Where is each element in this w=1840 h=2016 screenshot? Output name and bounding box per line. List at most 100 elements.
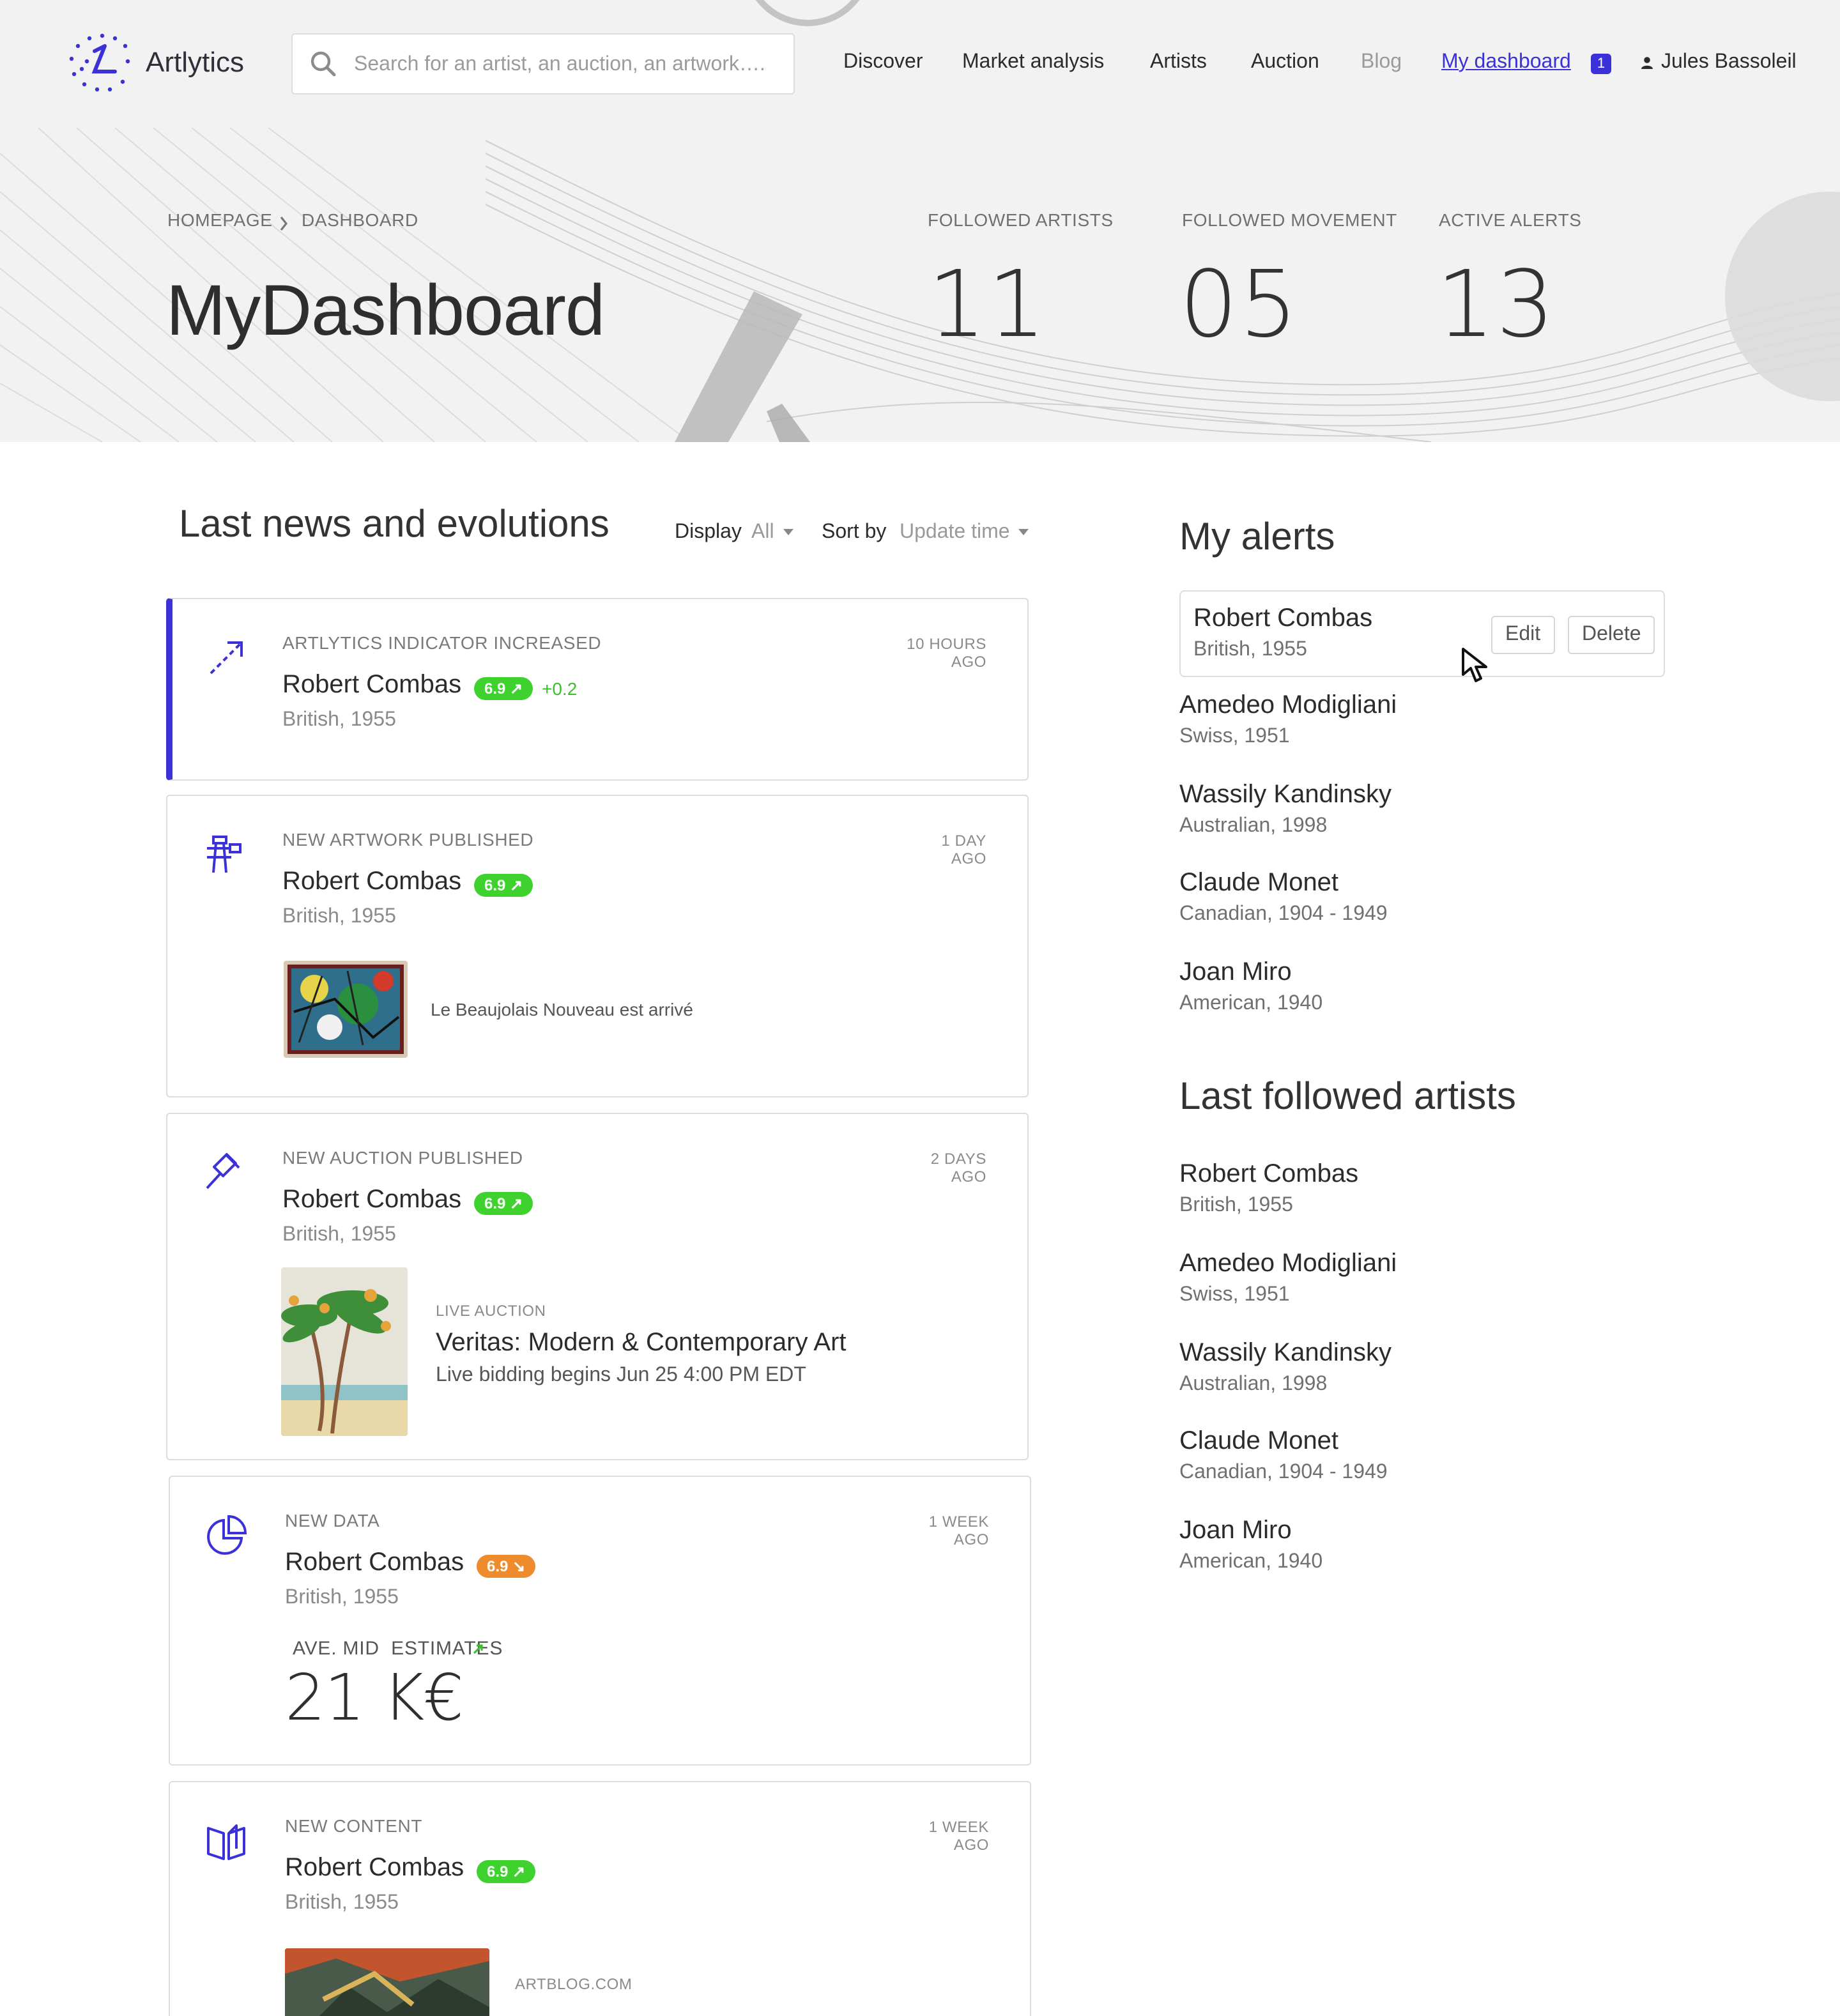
sort-value: Update time	[900, 521, 1010, 543]
alert-artist-name[interactable]: Claude Monet	[1179, 869, 1338, 898]
news-time: 1 WEEK AGO	[887, 1513, 989, 1548]
followed-artist-origin: Swiss, 1951	[1179, 1284, 1290, 1306]
gavel-icon	[206, 1153, 240, 1189]
artist-origin: British, 1955	[285, 1587, 399, 1608]
news-time: 1 DAY AGO	[884, 832, 986, 867]
news-time-ago: AGO	[951, 653, 986, 671]
news-time: 2 DAYS AGO	[884, 1150, 986, 1186]
alert-artist-origin: Australian, 1998	[1179, 815, 1328, 837]
chevron-right-icon	[280, 217, 288, 231]
artist-origin: British, 1955	[282, 906, 396, 928]
content-thumbnail[interactable]	[285, 1948, 489, 2016]
user-icon	[1641, 57, 1653, 69]
artist-name[interactable]: Robert Combas	[285, 1854, 464, 1883]
caret-down-icon	[1018, 529, 1029, 536]
news-card[interactable]: NEW AUCTION PUBLISHED 2 DAYS AGO Robert C…	[166, 1113, 1029, 1460]
news-card[interactable]: NEW CONTENT 1 WEEK AGO Robert Combas 6.9 …	[169, 1781, 1031, 2016]
artist-name[interactable]: Robert Combas	[282, 671, 461, 700]
display-dropdown[interactable]: All	[751, 521, 793, 544]
display-label: Display	[675, 521, 742, 543]
book-icon	[207, 1824, 245, 1860]
news-time-value: 10 HOURS	[907, 635, 986, 653]
stat-label-followed-movement: FOLLOWED MOVEMENT	[1182, 210, 1397, 230]
nav-market-analysis[interactable]: Market analysis	[962, 51, 1104, 82]
followed-artist-origin: British, 1955	[1179, 1195, 1293, 1216]
nav-artists[interactable]: Artists	[1150, 51, 1207, 82]
nav-blog[interactable]: Blog	[1361, 51, 1402, 82]
news-time-ago: AGO	[953, 1531, 989, 1548]
followed-artist-origin: Canadian, 1904 - 1949	[1179, 1462, 1388, 1483]
news-type: NEW DATA	[285, 1510, 380, 1531]
auction-image	[281, 1267, 408, 1436]
nav-auction[interactable]: Auction	[1251, 51, 1319, 82]
news-type: NEW ARTWORK PUBLISHED	[282, 829, 534, 850]
alert-artist-name[interactable]: Joan Miro	[1179, 958, 1292, 988]
followed-artist-name[interactable]: Claude Monet	[1179, 1427, 1338, 1456]
news-card[interactable]: NEW DATA 1 WEEK AGO Robert Combas 6.9 ↘ B…	[169, 1476, 1031, 1766]
artist-name[interactable]: Robert Combas	[282, 1186, 461, 1215]
score-badge: 6.9 ↗	[474, 677, 533, 700]
user-menu[interactable]: Jules Bassoleil	[1641, 51, 1797, 74]
caret-down-icon	[783, 529, 793, 536]
followed-artist-origin: Australian, 1998	[1179, 1373, 1328, 1395]
dashboard-notification-badge: 1	[1591, 54, 1611, 74]
search-input[interactable]	[351, 34, 778, 96]
user-name: Jules Bassoleil	[1661, 51, 1797, 73]
followed-artist-name[interactable]: Robert Combas	[1179, 1160, 1358, 1189]
content-image	[285, 1948, 489, 2016]
search-box[interactable]	[291, 33, 795, 96]
news-time-ago: AGO	[951, 1168, 986, 1186]
artwork-thumbnail[interactable]	[284, 961, 408, 1058]
artist-name[interactable]: Robert Combas	[285, 1548, 464, 1578]
hero-banner: Artlytics Discover Market analysis Artis…	[0, 0, 1840, 442]
news-card[interactable]: NEW ARTWORK PUBLISHED 1 DAY AGO Robert Co…	[166, 795, 1029, 1097]
news-card[interactable]: ARTLYTICS INDICATOR INCREASED 10 HOURS AG…	[166, 598, 1029, 781]
breadcrumb-dashboard: DASHBOARD	[302, 210, 418, 230]
alert-artist-name[interactable]: Wassily Kandinsky	[1179, 781, 1392, 810]
news-time-value: 1 WEEK	[928, 1513, 989, 1531]
trend-up-icon	[473, 1644, 483, 1654]
followed-artist-name[interactable]: Wassily Kandinsky	[1179, 1339, 1392, 1368]
nav-my-dashboard[interactable]: My dashboard	[1441, 51, 1571, 82]
artist-name[interactable]: Robert Combas	[282, 867, 461, 897]
search-icon	[310, 51, 336, 77]
page-title: MyDashboard	[166, 270, 605, 350]
stat-value-active-alerts: 13	[1436, 250, 1556, 358]
artist-origin: British, 1955	[282, 1224, 396, 1246]
alert-artist-name[interactable]: Robert Combas	[1193, 604, 1372, 634]
score-badge: 6.9 ↗	[477, 1860, 536, 1883]
score-badge: 6.9 ↗	[474, 874, 533, 897]
auction-title[interactable]: Veritas: Modern & Contemporary Art	[436, 1329, 847, 1358]
artwork-title[interactable]: Le Beaujolais Nouveau est arrivé	[431, 999, 693, 1019]
alert-artist-name[interactable]: Amedeo Modigliani	[1179, 691, 1397, 721]
nav-discover[interactable]: Discover	[843, 51, 923, 82]
easel-icon	[207, 836, 241, 873]
logo[interactable]: Artlytics	[66, 33, 244, 92]
news-type: NEW AUCTION PUBLISHED	[282, 1147, 523, 1168]
edit-alert-button[interactable]: Edit	[1491, 616, 1555, 654]
breadcrumb-home[interactable]: HOMEPAGE	[167, 210, 273, 230]
stat-value-followed-movement: 05	[1179, 250, 1300, 358]
content-source[interactable]: ARTBLOG.COM	[515, 1975, 632, 1993]
page: Artlytics Discover Market analysis Artis…	[0, 0, 1840, 2016]
stat-value-followed-artists: 11	[928, 250, 1048, 358]
artwork-image	[284, 961, 408, 1058]
auction-thumbnail[interactable]	[281, 1267, 408, 1436]
news-type: ARTLYTICS INDICATOR INCREASED	[282, 632, 602, 653]
alert-artist-origin: British, 1955	[1193, 639, 1307, 661]
news-time: 10 HOURS AGO	[884, 635, 986, 671]
followed-artist-origin: American, 1940	[1179, 1551, 1323, 1573]
news-time-value: 2 DAYS	[930, 1150, 986, 1168]
news-time-value: 1 DAY	[941, 832, 986, 850]
delete-alert-button[interactable]: Delete	[1568, 616, 1655, 654]
sort-dropdown[interactable]: Update time	[900, 521, 1029, 544]
news-time-ago: AGO	[951, 850, 986, 867]
score-badge: 6.9 ↗	[474, 1192, 533, 1215]
followed-artist-name[interactable]: Amedeo Modigliani	[1179, 1249, 1397, 1279]
artist-origin: British, 1955	[282, 709, 396, 731]
logo-text: Artlytics	[146, 46, 244, 78]
pie-chart-icon	[207, 1515, 247, 1555]
display-value: All	[751, 521, 774, 543]
followed-artist-name[interactable]: Joan Miro	[1179, 1516, 1292, 1546]
news-time-value: 1 WEEK	[928, 1818, 989, 1836]
